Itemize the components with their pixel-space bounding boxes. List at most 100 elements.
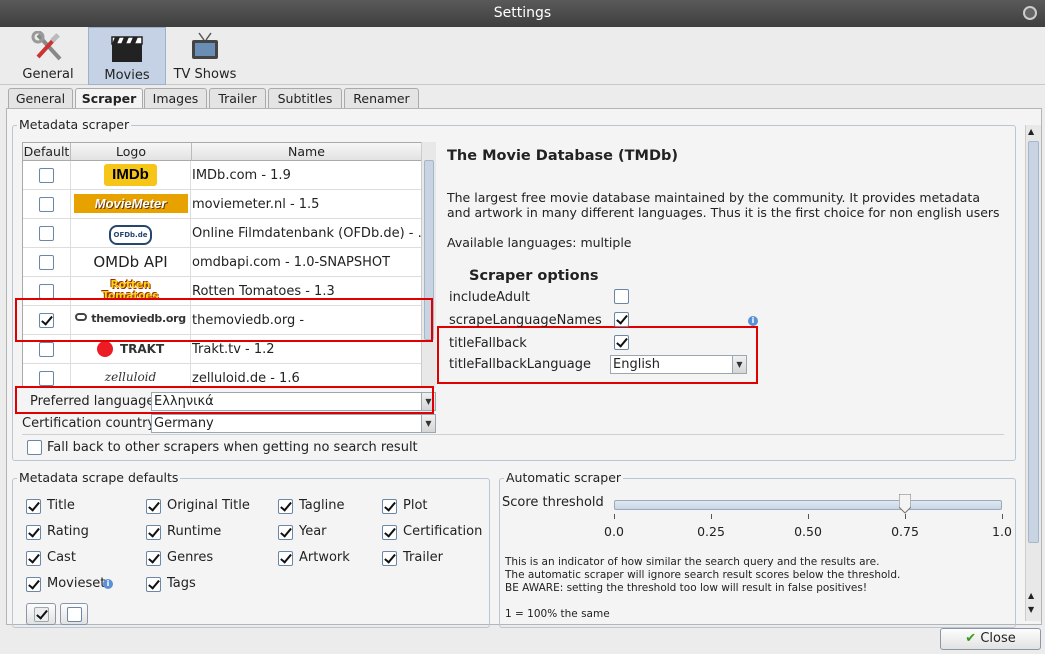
panel-scrollbar[interactable]: ▲ ▲ ▼ xyxy=(1025,125,1041,621)
table-row[interactable]: OMDb API omdbapi.com - 1.0-SNAPSHOT xyxy=(23,248,421,277)
default-field-checkbox[interactable] xyxy=(382,551,397,566)
tab-tv-shows-label: TV Shows xyxy=(173,67,237,82)
default-checkbox[interactable] xyxy=(39,342,54,357)
score-threshold-slider[interactable] xyxy=(898,493,912,514)
table-row[interactable]: MovieMeter moviemeter.nl - 1.5 xyxy=(23,190,421,219)
default-field-label: Title xyxy=(47,498,75,513)
default-field-label: Cast xyxy=(47,550,76,565)
scraper-table-scrollbar[interactable] xyxy=(421,142,436,388)
scraper-details-title: The Movie Database (TMDb) xyxy=(447,148,678,164)
score-threshold-track[interactable] xyxy=(614,500,1002,510)
default-field-label: Certification xyxy=(403,524,483,539)
tab-general[interactable]: General xyxy=(12,27,84,85)
column-header-name[interactable]: Name xyxy=(192,143,421,161)
divider xyxy=(22,434,1004,435)
automatic-scraper-title: Automatic scraper xyxy=(504,470,624,486)
default-checkbox[interactable] xyxy=(39,255,54,270)
select-all-button[interactable] xyxy=(26,603,56,625)
default-checkbox[interactable] xyxy=(39,197,54,212)
scroll-up-icon[interactable]: ▲ xyxy=(1028,591,1034,600)
ofdb-logo: OFDb.de xyxy=(71,219,191,248)
info-icon[interactable]: i xyxy=(748,316,758,326)
scrape-defaults-title: Metadata scrape defaults xyxy=(17,470,181,486)
column-header-logo[interactable]: Logo xyxy=(71,143,192,161)
slider-tick-label: 1.0 xyxy=(992,524,1012,539)
scraper-description: The largest free movie database maintain… xyxy=(447,190,1000,220)
threshold-info-line xyxy=(505,595,900,608)
close-button-label: Close xyxy=(980,631,1016,646)
default-field-checkbox[interactable] xyxy=(26,499,41,514)
default-field-checkbox[interactable] xyxy=(278,551,293,566)
default-field-label: Year xyxy=(299,524,327,539)
option-include-adult-label: includeAdult xyxy=(449,290,530,305)
include-adult-checkbox[interactable] xyxy=(614,289,629,304)
subtab-renamer[interactable]: Renamer xyxy=(344,88,419,108)
default-field-checkbox[interactable] xyxy=(26,525,41,540)
default-field-label: Artwork xyxy=(299,550,350,565)
table-row[interactable]: zelluloid zelluloid.de - 1.6 xyxy=(23,364,421,387)
scraper-name: moviemeter.nl - 1.5 xyxy=(192,197,320,212)
metadata-scraper-title: Metadata scraper xyxy=(17,117,132,133)
select-none-button[interactable] xyxy=(60,603,88,625)
chevron-down-icon: ▼ xyxy=(421,415,435,432)
default-field-checkbox[interactable] xyxy=(146,551,161,566)
tab-movies[interactable]: Movies xyxy=(88,27,166,85)
info-icon[interactable]: i xyxy=(103,579,113,589)
default-checkbox[interactable] xyxy=(39,168,54,183)
default-checkbox[interactable] xyxy=(39,284,54,299)
default-field-label: Tags xyxy=(167,576,196,591)
tab-general-label: General xyxy=(22,67,74,82)
window-close-icon[interactable] xyxy=(1023,6,1037,20)
default-field-checkbox[interactable] xyxy=(278,499,293,514)
chevron-down-icon: ▼ xyxy=(732,356,746,373)
tv-icon xyxy=(192,32,218,59)
scroll-up-icon[interactable]: ▲ xyxy=(1028,127,1034,136)
subtab-trailer[interactable]: Trailer xyxy=(209,88,266,108)
available-languages: Available languages: multiple xyxy=(447,235,632,250)
title-fallback-language-select[interactable]: English ▼ xyxy=(610,355,747,374)
slider-tick-mark xyxy=(614,514,615,519)
default-checkbox[interactable] xyxy=(39,226,54,241)
default-field-checkbox[interactable] xyxy=(26,577,41,592)
category-toolbar: General Movies TV Shows xyxy=(0,27,1045,85)
subtab-general[interactable]: General xyxy=(8,88,73,108)
default-field-checkbox[interactable] xyxy=(26,551,41,566)
scrape-language-names-checkbox[interactable] xyxy=(614,312,629,327)
highlight-box xyxy=(15,298,433,342)
slider-tick-label: 0.0 xyxy=(604,524,624,539)
scraper-name: zelluloid.de - 1.6 xyxy=(192,371,300,386)
subtab-subtitles[interactable]: Subtitles xyxy=(268,88,342,108)
threshold-info: This is an indicator of how similar the … xyxy=(505,556,900,621)
slider-tick-mark xyxy=(808,514,809,519)
tools-icon xyxy=(31,31,62,61)
default-field-checkbox[interactable] xyxy=(382,499,397,514)
scrollbar-thumb[interactable] xyxy=(1028,141,1039,543)
tab-movies-label: Movies xyxy=(104,68,150,83)
default-field-checkbox[interactable] xyxy=(278,525,293,540)
tab-tv-shows[interactable]: TV Shows xyxy=(170,27,240,85)
table-row[interactable]: IMDb IMDb.com - 1.9 xyxy=(23,161,421,190)
subtab-images[interactable]: Images xyxy=(144,88,207,108)
default-field-checkbox[interactable] xyxy=(382,525,397,540)
moviemeter-logo: MovieMeter xyxy=(71,190,191,219)
title-fallback-language-value: English xyxy=(613,357,660,372)
default-field-checkbox[interactable] xyxy=(146,499,161,514)
default-field-label: Rating xyxy=(47,524,89,539)
omdb-logo: OMDb API xyxy=(71,248,191,277)
subtab-scraper[interactable]: Scraper xyxy=(75,88,143,109)
title-fallback-checkbox[interactable] xyxy=(614,335,629,350)
table-row[interactable]: OFDb.de Online Filmdatenbank (OFDb.de) -… xyxy=(23,219,421,248)
title-fallback-language-label: titleFallbackLanguage xyxy=(449,357,591,372)
column-header-default[interactable]: Default xyxy=(23,143,71,161)
default-field-checkbox[interactable] xyxy=(146,525,161,540)
default-field-checkbox[interactable] xyxy=(146,577,161,592)
threshold-info-line: This is an indicator of how similar the … xyxy=(505,556,880,568)
slider-tick-label: 0.50 xyxy=(794,524,822,539)
default-checkbox[interactable] xyxy=(39,371,54,386)
scroll-down-icon[interactable]: ▼ xyxy=(1028,605,1034,614)
checkbox-empty-icon xyxy=(67,607,82,622)
close-button[interactable]: ✔ Close xyxy=(940,628,1041,650)
scraper-name: IMDb.com - 1.9 xyxy=(192,168,291,183)
fallback-scrapers-checkbox[interactable] xyxy=(27,440,42,455)
certification-country-select[interactable]: Germany ▼ xyxy=(151,414,436,433)
